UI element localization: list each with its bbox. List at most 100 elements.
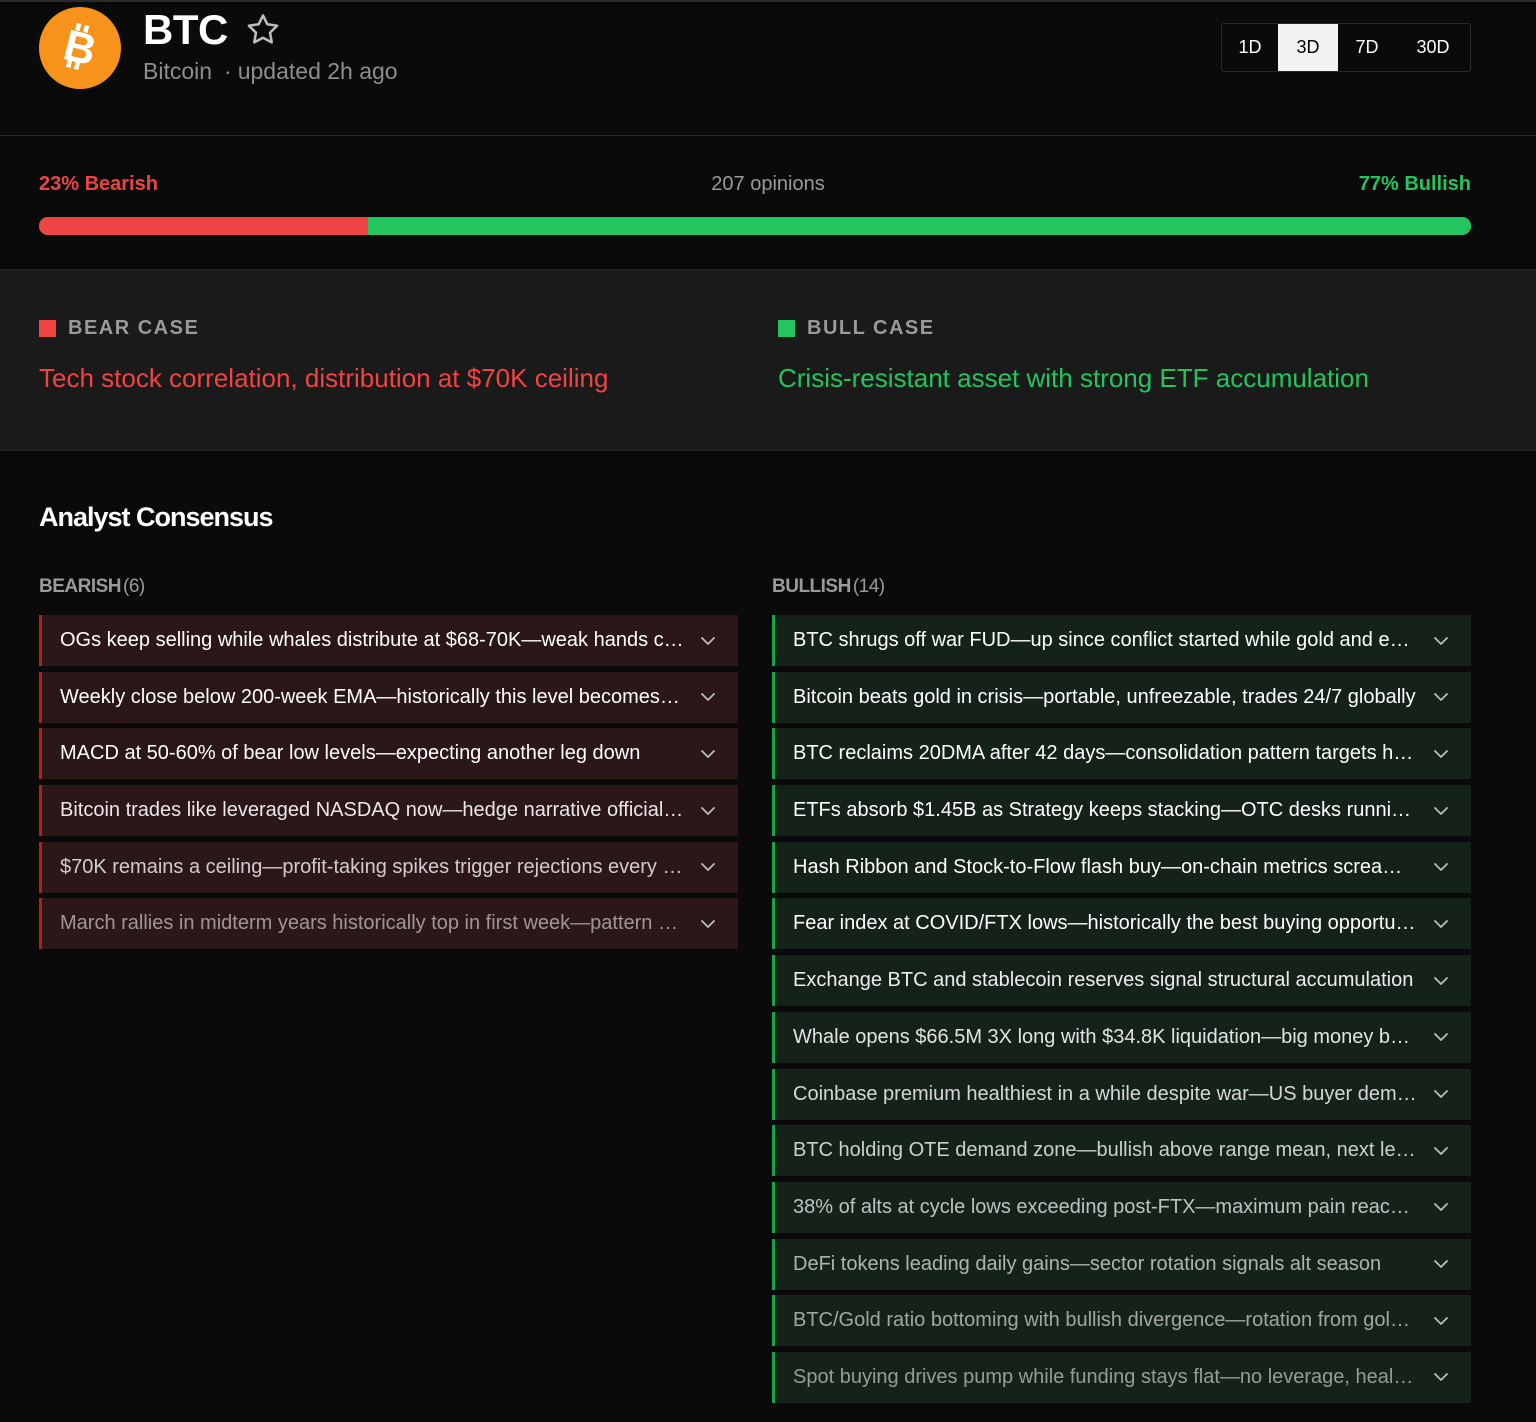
bull-case: BULL CASE Crisis-resistant asset with st… [778,317,1369,394]
bearish-opinion-text: Weekly close below 200-week EMA—historic… [60,685,684,708]
bearish-opinion-item[interactable]: March rallies in midterm years historica… [39,898,738,950]
bullish-opinion-item[interactable]: Bitcoin beats gold in crisis—portable, u… [772,671,1471,723]
bear-case-text: Tech stock correlation, distribution at … [39,363,609,393]
bullish-opinion-item[interactable]: BTC reclaims 20DMA after 42 days—consoli… [772,728,1471,780]
bearish-count: (6) [123,576,145,597]
bearish-opinion-text: $70K remains a ceiling—profit-taking spi… [60,855,684,878]
asset-subtitle: Bitcoin · updated 2h ago [143,58,398,85]
bullish-opinion-text: BTC holding OTE demand zone—bullish abov… [793,1139,1417,1162]
updated-time: updated 2h ago [237,58,398,84]
bullish-opinion-text: Spot buying drives pump while funding st… [793,1365,1417,1388]
chevron-down-icon[interactable] [1431,1367,1451,1387]
time-range-selector: 1D 3D 7D 30D [1221,23,1471,72]
range-button-1d[interactable]: 1D [1222,24,1278,71]
bullish-opinion-text: BTC/Gold ratio bottoming with bullish di… [793,1309,1417,1332]
bearish-opinion-text: Bitcoin trades like leveraged NASDAQ now… [60,799,684,822]
bullish-opinion-text: Bitcoin beats gold in crisis—portable, u… [793,685,1416,708]
bull-case-label: BULL CASE [807,317,935,339]
bullish-opinion-text: DeFi tokens leading daily gains—sector r… [793,1252,1382,1275]
chevron-down-icon[interactable] [1431,971,1451,991]
chevron-down-icon[interactable] [1431,744,1451,764]
bear-case: BEAR CASE Tech stock correlation, distri… [39,317,608,394]
chevron-down-icon[interactable] [1431,1311,1451,1331]
analyst-consensus-title: Analyst Consensus [39,502,274,532]
bullish-opinion-item[interactable]: Fear index at COVID/FTX lows—historicall… [772,898,1471,950]
sentiment-bar [39,217,1471,235]
opinions-count: 207 opinions [711,173,825,195]
bull-case-text: Crisis-resistant asset with strong ETF a… [778,363,1369,393]
chevron-down-icon[interactable] [698,687,718,707]
asset-header: B BTC Bitcoin · updated 2h ago 1D 3D 7D 30D [0,2,1536,136]
range-button-7d[interactable]: 7D [1338,24,1396,71]
chevron-down-icon[interactable] [698,744,718,764]
bullish-opinion-text: Whale opens $66.5M 3X long with $34.8K l… [793,1025,1417,1048]
bearish-opinion-item[interactable]: $70K remains a ceiling—profit-taking spi… [39,841,738,893]
chevron-down-icon[interactable] [698,801,718,821]
star-outline-icon[interactable] [244,11,282,49]
chevron-down-icon[interactable] [1431,1084,1451,1104]
bearish-heading: BEARISH (6) [39,576,738,600]
chevron-down-icon[interactable] [698,914,718,934]
bearish-opinion-text: MACD at 50-60% of bear low levels—expect… [60,742,641,765]
chevron-down-icon[interactable] [1431,1254,1451,1274]
bearish-list: OGs keep selling while whales distribute… [39,615,738,950]
bearish-opinion-item[interactable]: MACD at 50-60% of bear low levels—expect… [39,728,738,780]
bullish-opinion-text: Exchange BTC and stablecoin reserves sig… [793,969,1414,992]
chevron-down-icon[interactable] [1431,687,1451,707]
bullish-heading: BULLISH (14) [772,576,1471,600]
chevron-down-icon[interactable] [1431,631,1451,651]
bullish-opinion-item[interactable]: Coinbase premium healthiest in a while d… [772,1068,1471,1120]
bullish-opinion-item[interactable]: BTC shrugs off war FUD—up since conflict… [772,615,1471,666]
chevron-down-icon[interactable] [1431,857,1451,877]
bullish-opinion-item[interactable]: Spot buying drives pump while funding st… [772,1351,1471,1403]
chevron-down-icon[interactable] [1431,1027,1451,1047]
chevron-down-icon[interactable] [1431,1141,1451,1161]
chevron-down-icon[interactable] [698,631,718,651]
chevron-down-icon[interactable] [698,857,718,877]
bearish-column: BEARISH (6) OGs keep selling while whales… [39,576,738,955]
bullish-opinion-text: Hash Ribbon and Stock-to-Flow flash buy—… [793,855,1417,878]
bearish-opinion-item[interactable]: Weekly close below 200-week EMA—historic… [39,671,738,723]
bear-square-icon [39,320,56,337]
bullish-list: BTC shrugs off war FUD—up since conflict… [772,615,1471,1403]
bullish-opinion-item[interactable]: Hash Ribbon and Stock-to-Flow flash buy—… [772,841,1471,893]
range-button-3d[interactable]: 3D [1278,24,1338,71]
bull-square-icon [778,320,795,337]
bearish-opinion-item[interactable]: Bitcoin trades like leveraged NASDAQ now… [39,785,738,837]
bullish-opinion-item[interactable]: BTC holding OTE demand zone—bullish abov… [772,1125,1471,1177]
bullish-opinion-text: ETFs absorb $1.45B as Strategy keeps sta… [793,799,1417,822]
bearish-opinion-item[interactable]: OGs keep selling while whales distribute… [39,615,738,666]
range-button-30d[interactable]: 30D [1396,24,1470,71]
bullish-opinion-item[interactable]: Exchange BTC and stablecoin reserves sig… [772,955,1471,1007]
bear-case-label: BEAR CASE [68,317,200,339]
bullish-opinion-item[interactable]: 38% of alts at cycle lows exceeding post… [772,1181,1471,1233]
bull-case-heading: BULL CASE [778,317,1369,340]
bullish-count: (14) [852,576,885,597]
bearish-opinion-text: March rallies in midterm years historica… [60,912,684,935]
bearish-label: BEARISH [39,576,122,597]
bullish-opinion-item[interactable]: DeFi tokens leading daily gains—sector r… [772,1238,1471,1290]
sentiment-bar-bullish [368,217,1471,235]
chevron-down-icon[interactable] [1431,801,1451,821]
sentiment-summary: 23% Bearish 207 opinions 77% Bullish [0,136,1536,270]
bullish-opinion-text: BTC reclaims 20DMA after 42 days—consoli… [793,742,1417,765]
bullish-opinion-item[interactable]: Whale opens $66.5M 3X long with $34.8K l… [772,1011,1471,1063]
cases-panel: BEAR CASE Tech stock correlation, distri… [0,270,1536,451]
asset-ticker: BTC [143,6,228,53]
asset-page: B BTC Bitcoin · updated 2h ago 1D 3D 7D 30D 2… [0,0,1536,1422]
bullish-percentage: 77% Bullish [1358,173,1471,195]
bear-case-heading: BEAR CASE [39,317,608,340]
bullish-opinion-text: 38% of alts at cycle lows exceeding post… [793,1195,1417,1218]
bullish-label: BULLISH [772,576,851,597]
bitcoin-logo-icon: B [39,7,121,89]
chevron-down-icon[interactable] [1431,914,1451,934]
bullish-opinion-item[interactable]: BTC/Gold ratio bottoming with bullish di… [772,1295,1471,1347]
subtitle-separator: · [224,58,232,84]
bullish-opinion-text: Fear index at COVID/FTX lows—historicall… [793,912,1417,935]
chevron-down-icon[interactable] [1431,1197,1451,1217]
sentiment-bar-bearish [39,217,369,235]
bullish-opinion-item[interactable]: ETFs absorb $1.45B as Strategy keeps sta… [772,785,1471,837]
bearish-opinion-text: OGs keep selling while whales distribute… [60,629,684,651]
asset-name: Bitcoin [143,58,213,84]
bullish-column: BULLISH (14) BTC shrugs off war FUD—up si… [772,576,1471,1409]
